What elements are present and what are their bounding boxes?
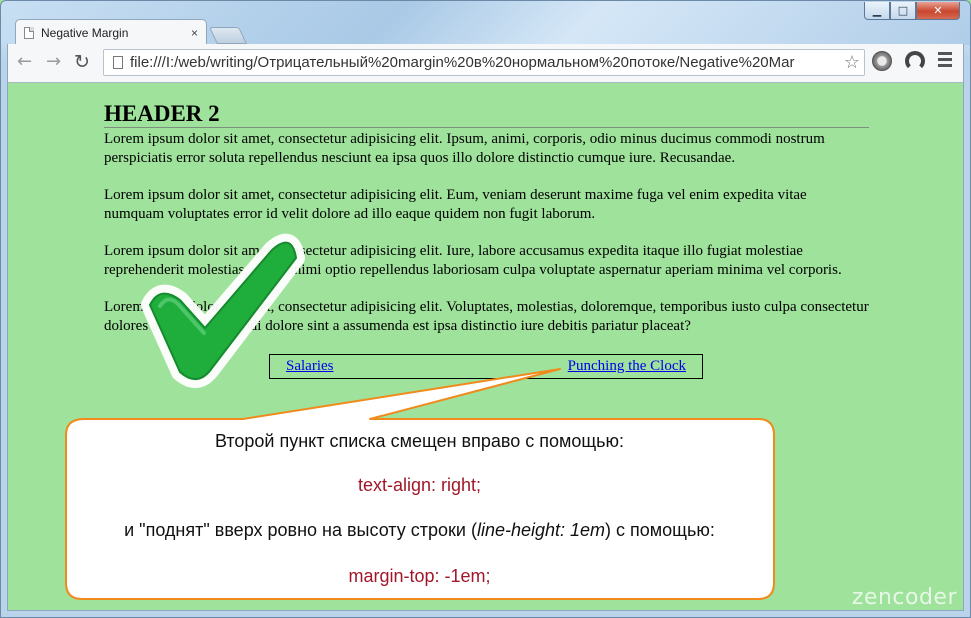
url-text[interactable]: file:///I:/web/writing/Отрицательный%20m… [130,54,836,71]
callout-line-2-pre: и "поднят" вверх ровно на высоту строки … [124,520,477,540]
back-arrow-icon[interactable]: ← [17,52,32,72]
nav-link-punching-the-clock[interactable]: Punching the Clock [568,358,686,375]
browser-toolbar: ← → ↻ file:///I:/web/writing/Отрицательн… [7,44,964,82]
paragraph-3: Lorem ipsum dolor sit amet, consectetur … [104,243,842,278]
close-window-button[interactable]: ✕ [916,2,960,20]
callout-line-1: Второй пункт списка смещен вправо с помо… [214,431,625,451]
reload-icon[interactable]: ↻ [74,52,90,72]
callout-line-2: и "поднят" вверх ровно на высоту строки … [66,520,773,541]
callout-line-2-post: ) с помощью: [605,520,715,540]
page-heading: HEADER 2 [104,101,869,128]
minimize-button[interactable]: ▁ [864,2,890,20]
extension-icon[interactable] [872,51,892,71]
nav-link-salaries[interactable]: Salaries [286,358,333,375]
maximize-button[interactable]: □ [890,2,916,20]
callout-code-2: margin-top: -1em; [348,566,491,586]
bookmark-star-icon[interactable]: ☆ [844,52,860,73]
window-controls: ▁ □ ✕ [864,2,960,20]
page-content: HEADER 2 Lorem ipsum dolor sit amet, con… [104,101,869,379]
forward-arrow-icon[interactable]: → [46,52,61,72]
tab-negative-margin[interactable]: Negative Margin × [15,19,207,46]
paragraph-4: Lorem ipsum dolor sit amet, consectetur … [104,299,869,334]
file-page-icon [113,56,123,69]
paragraph-1: Lorem ipsum dolor sit amet, consectetur … [104,131,825,166]
tab-title: Negative Margin [41,26,129,40]
extension-arc-icon[interactable] [905,51,925,71]
watermark: zencoder [851,585,957,610]
callout-text: Второй пункт списка смещен вправо с помо… [66,418,773,598]
tab-close-icon[interactable]: × [191,26,198,40]
nav-list: Salaries Punching the Clock [269,354,703,379]
page-icon [24,27,34,39]
callout-line-2-em: line-height: 1em [476,520,606,540]
address-bar[interactable]: file:///I:/web/writing/Отрицательный%20m… [103,49,865,76]
paragraph-2: Lorem ipsum dolor sit amet, consectetur … [104,187,807,222]
hamburger-menu-icon[interactable] [938,52,952,70]
callout-code-1: text-align: right; [357,475,482,495]
